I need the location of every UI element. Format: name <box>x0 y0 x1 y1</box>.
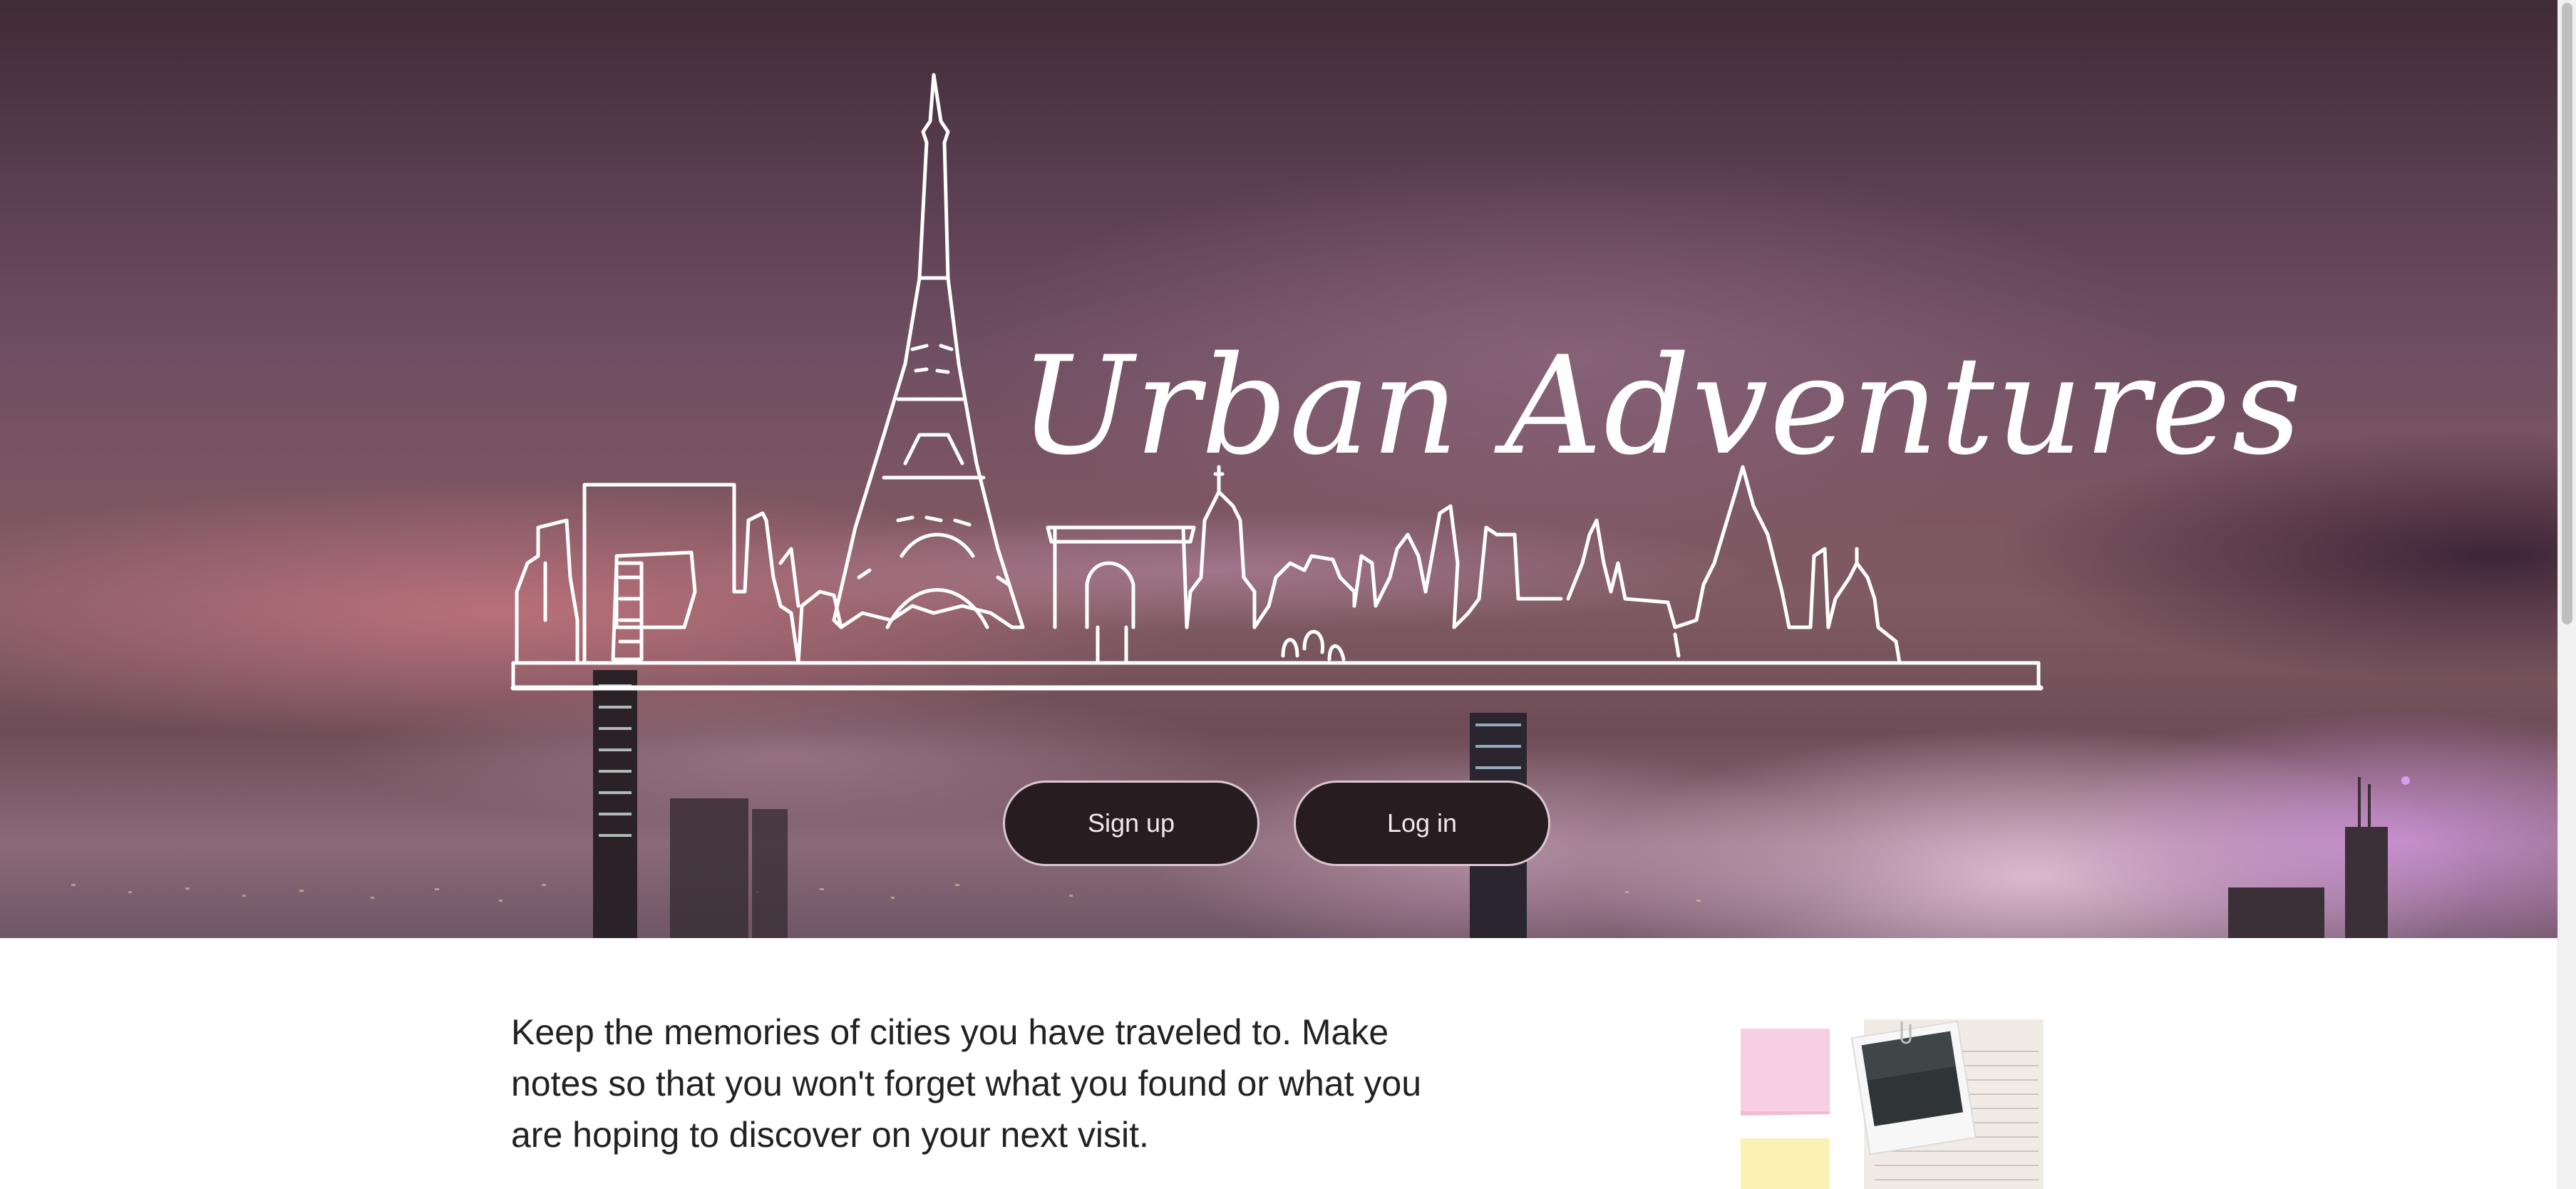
hero-banner: Urban Adventures Sign up Log in <box>0 0 2557 938</box>
scrollbar[interactable] <box>2557 0 2576 1189</box>
skyscraper-left <box>593 670 788 938</box>
site-title: Urban Adventures <box>1019 327 2304 485</box>
skyscraper-right <box>2228 776 2410 938</box>
login-button[interactable]: Log in <box>1294 781 1550 866</box>
notes-and-photo-icon <box>1741 1019 2044 1189</box>
scrollbar-thumb[interactable] <box>2562 3 2572 624</box>
intro-text: Keep the memories of cities you have tra… <box>511 1012 1422 1155</box>
page: Urban Adventures Sign up Log in Keep the… <box>0 0 2576 1189</box>
signup-button[interactable]: Sign up <box>1003 781 1259 866</box>
